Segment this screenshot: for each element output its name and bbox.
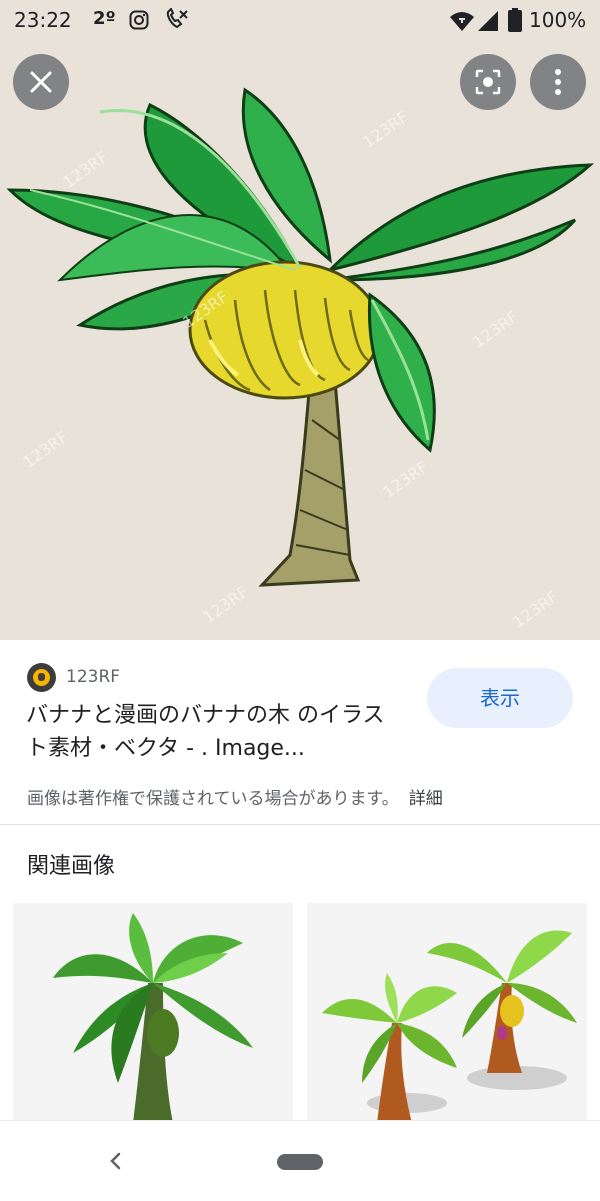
related-image-1[interactable] xyxy=(13,903,293,1123)
more-options-button[interactable] xyxy=(530,54,586,110)
status-time: 23:22 xyxy=(14,8,72,32)
source-logo-core xyxy=(38,673,45,681)
phone-off-icon xyxy=(166,8,188,29)
banana-tree-image[interactable] xyxy=(0,40,600,640)
lens-button[interactable] xyxy=(460,54,516,110)
battery-icon xyxy=(508,8,522,32)
details-link[interactable]: 詳細 xyxy=(409,789,443,809)
instagram-icon xyxy=(129,10,149,30)
image-viewer[interactable]: 123RF 123RF 123RF 123RF 123RF 123RF 123R… xyxy=(0,40,600,640)
more-vert-icon xyxy=(555,69,561,95)
source-logo-icon xyxy=(27,663,56,692)
close-button[interactable] xyxy=(13,54,69,110)
related-image-1-art xyxy=(53,913,253,1123)
home-pill[interactable] xyxy=(277,1154,323,1170)
related-image-2[interactable] xyxy=(307,903,587,1123)
related-image-2-art xyxy=(322,930,577,1123)
source-name[interactable]: 123RF xyxy=(66,667,120,687)
navigation-bar xyxy=(0,1120,600,1201)
signal-icon xyxy=(478,11,498,31)
close-icon xyxy=(30,71,52,93)
related-images-heading: 関連画像 xyxy=(27,854,116,879)
battery-percentage: 100% xyxy=(529,8,587,32)
result-info: 123RF バナナと漫画のバナナの木 のイラスト素材・ベクタ - . Image… xyxy=(0,641,600,825)
copyright-text: 画像は著作権で保護されている場合があります。 xyxy=(27,789,399,809)
status-bar: 23:22 2º 100% xyxy=(0,0,600,40)
result-title[interactable]: バナナと漫画のバナナの木 のイラスト素材・ベクタ - . Image... xyxy=(26,699,406,765)
status-temperature: 2º xyxy=(93,8,116,29)
visit-button[interactable]: 表示 xyxy=(427,668,573,728)
copyright-notice: 画像は著作権で保護されている場合があります。 詳細 xyxy=(27,784,443,809)
wifi-icon xyxy=(450,12,474,31)
lens-icon xyxy=(475,69,501,95)
back-icon[interactable] xyxy=(103,1145,127,1177)
